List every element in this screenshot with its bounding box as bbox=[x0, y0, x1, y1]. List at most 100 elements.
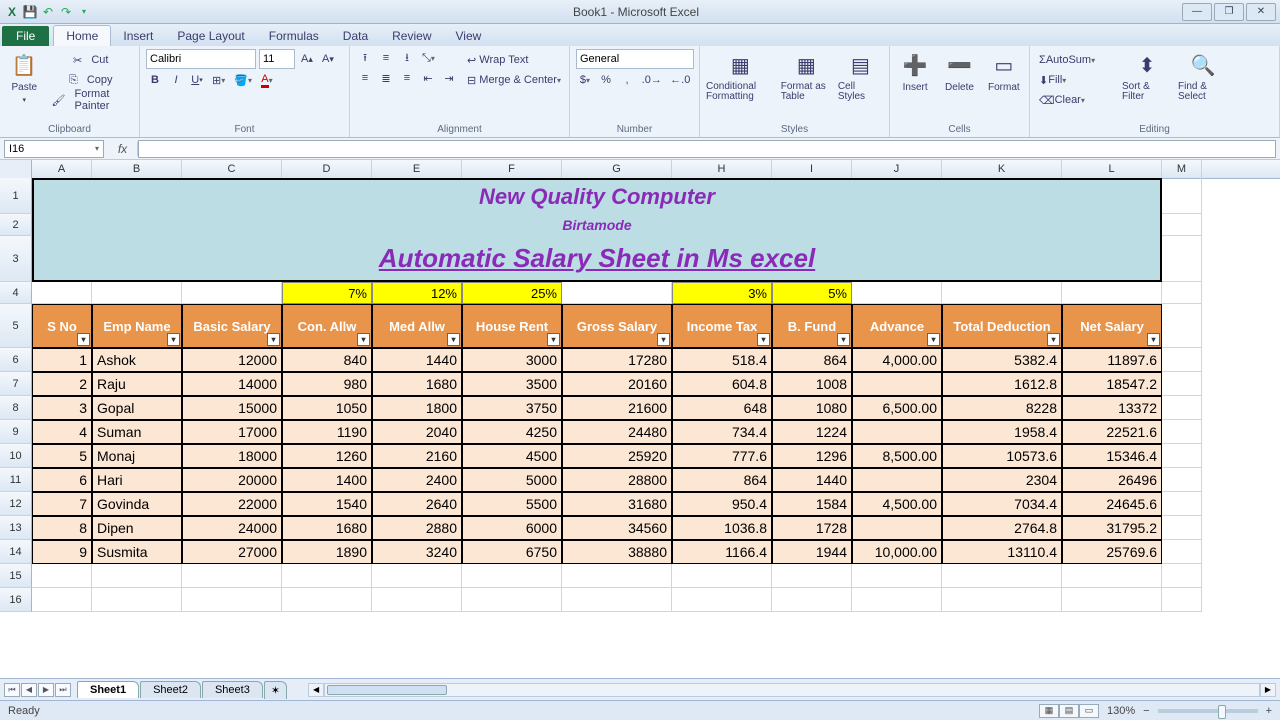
align-middle-button[interactable]: ≡ bbox=[377, 49, 395, 67]
view-tab[interactable]: View bbox=[444, 26, 494, 46]
worksheet-grid[interactable]: ABCDEFGHIJKLM 12345678910111213141516 Ne… bbox=[0, 160, 1280, 678]
table-cell[interactable]: 4500 bbox=[462, 444, 562, 468]
shrink-font-button[interactable]: A▾ bbox=[319, 50, 337, 68]
cell[interactable] bbox=[1162, 396, 1202, 420]
table-cell[interactable]: Susmita bbox=[92, 540, 182, 564]
hscroll-thumb[interactable] bbox=[327, 685, 447, 695]
table-header[interactable]: Net Salary▾ bbox=[1062, 304, 1162, 348]
cell[interactable]: 25% bbox=[462, 282, 562, 304]
cell[interactable] bbox=[1162, 214, 1202, 236]
table-cell[interactable]: 22521.6 bbox=[1062, 420, 1162, 444]
table-cell[interactable]: 31680 bbox=[562, 492, 672, 516]
table-cell[interactable]: 15000 bbox=[182, 396, 282, 420]
table-cell[interactable]: 10,000.00 bbox=[852, 540, 942, 564]
col-header-F[interactable]: F bbox=[462, 160, 562, 178]
cell[interactable]: 3% bbox=[672, 282, 772, 304]
table-cell[interactable]: Govinda bbox=[92, 492, 182, 516]
table-header[interactable]: Advance▾ bbox=[852, 304, 942, 348]
table-cell[interactable]: 7034.4 bbox=[942, 492, 1062, 516]
percent-button[interactable]: % bbox=[597, 71, 615, 89]
table-cell[interactable]: 5000 bbox=[462, 468, 562, 492]
table-cell[interactable]: 1008 bbox=[772, 372, 852, 396]
table-cell[interactable]: 17000 bbox=[182, 420, 282, 444]
qat-dropdown-icon[interactable]: ▾ bbox=[76, 4, 92, 20]
cell[interactable] bbox=[562, 588, 672, 612]
table-cell[interactable]: 1584 bbox=[772, 492, 852, 516]
name-box[interactable]: I16▾ bbox=[4, 140, 104, 158]
font-name-select[interactable] bbox=[146, 49, 256, 69]
insert-tab[interactable]: Insert bbox=[111, 26, 165, 46]
hscroll-track[interactable] bbox=[324, 683, 1260, 697]
cell-styles-button[interactable]: ▤Cell Styles bbox=[838, 49, 883, 102]
align-right-button[interactable]: ≡ bbox=[398, 69, 416, 87]
table-cell[interactable]: 2160 bbox=[372, 444, 462, 468]
col-header-E[interactable]: E bbox=[372, 160, 462, 178]
cell[interactable] bbox=[1162, 178, 1202, 214]
table-cell[interactable]: 1440 bbox=[372, 348, 462, 372]
table-cell[interactable]: 2640 bbox=[372, 492, 462, 516]
cell[interactable] bbox=[372, 588, 462, 612]
cell[interactable] bbox=[1162, 564, 1202, 588]
table-header[interactable]: Med Allw▾ bbox=[372, 304, 462, 348]
review-tab[interactable]: Review bbox=[380, 26, 443, 46]
table-header[interactable]: Con. Allw▾ bbox=[282, 304, 372, 348]
copy-button[interactable]: ⎘ Copy bbox=[49, 71, 133, 89]
table-cell[interactable]: 1224 bbox=[772, 420, 852, 444]
inc-decimal-button[interactable]: .0→ bbox=[639, 71, 665, 89]
table-cell[interactable]: 1800 bbox=[372, 396, 462, 420]
cell[interactable] bbox=[672, 588, 772, 612]
table-cell[interactable]: 4,000.00 bbox=[852, 348, 942, 372]
cell[interactable] bbox=[852, 588, 942, 612]
table-cell[interactable]: 18547.2 bbox=[1062, 372, 1162, 396]
new-sheet-tab[interactable]: ✶ bbox=[264, 681, 287, 699]
table-cell[interactable]: 1440 bbox=[772, 468, 852, 492]
hscroll-right[interactable]: ▶ bbox=[1260, 683, 1276, 697]
table-cell[interactable]: 20000 bbox=[182, 468, 282, 492]
merge-center-button[interactable]: ⊟ Merge & Center bbox=[464, 71, 574, 89]
font-size-select[interactable] bbox=[259, 49, 295, 69]
cut-button[interactable]: ✂ Cut bbox=[49, 51, 133, 69]
table-cell[interactable]: 1944 bbox=[772, 540, 852, 564]
cell[interactable] bbox=[462, 588, 562, 612]
sheet-tab-1[interactable]: Sheet1 bbox=[77, 681, 139, 698]
comma-button[interactable]: , bbox=[618, 71, 636, 89]
cell[interactable] bbox=[282, 564, 372, 588]
table-cell[interactable]: 1680 bbox=[282, 516, 372, 540]
table-cell[interactable]: 1080 bbox=[772, 396, 852, 420]
format-painter-button[interactable]: 🖌 Format Painter bbox=[49, 91, 133, 109]
cell[interactable] bbox=[562, 282, 672, 304]
grow-font-button[interactable]: A▴ bbox=[298, 50, 316, 68]
zoom-level[interactable]: 130% bbox=[1107, 705, 1135, 717]
row-header-8[interactable]: 8 bbox=[0, 396, 32, 420]
align-center-button[interactable]: ≣ bbox=[377, 69, 395, 87]
cell[interactable] bbox=[1162, 348, 1202, 372]
table-cell[interactable]: 1166.4 bbox=[672, 540, 772, 564]
cell[interactable] bbox=[1062, 282, 1162, 304]
table-cell[interactable] bbox=[852, 420, 942, 444]
table-cell[interactable]: 28800 bbox=[562, 468, 672, 492]
cell[interactable] bbox=[92, 564, 182, 588]
table-cell[interactable]: 1540 bbox=[282, 492, 372, 516]
align-top-button[interactable]: ⭱ bbox=[356, 49, 374, 67]
filter-dropdown[interactable]: ▾ bbox=[267, 333, 280, 346]
formula-input[interactable] bbox=[138, 140, 1276, 158]
filter-dropdown[interactable]: ▾ bbox=[447, 333, 460, 346]
table-cell[interactable]: 6 bbox=[32, 468, 92, 492]
table-cell[interactable]: 864 bbox=[672, 468, 772, 492]
table-cell[interactable]: 4250 bbox=[462, 420, 562, 444]
table-cell[interactable]: 10573.6 bbox=[942, 444, 1062, 468]
filter-dropdown[interactable]: ▾ bbox=[837, 333, 850, 346]
cell[interactable] bbox=[852, 564, 942, 588]
cell[interactable] bbox=[1162, 236, 1202, 282]
table-cell[interactable]: 18000 bbox=[182, 444, 282, 468]
cell[interactable]: 12% bbox=[372, 282, 462, 304]
redo-icon[interactable]: ↷ bbox=[58, 4, 74, 20]
row-header-11[interactable]: 11 bbox=[0, 468, 32, 492]
number-format-select[interactable] bbox=[576, 49, 694, 69]
filter-dropdown[interactable]: ▾ bbox=[927, 333, 940, 346]
cell[interactable] bbox=[32, 564, 92, 588]
table-cell[interactable]: 648 bbox=[672, 396, 772, 420]
orientation-button[interactable]: ⤡ bbox=[419, 49, 438, 67]
cell[interactable] bbox=[32, 282, 92, 304]
view-pagebreak-button[interactable]: ▭ bbox=[1079, 704, 1099, 718]
